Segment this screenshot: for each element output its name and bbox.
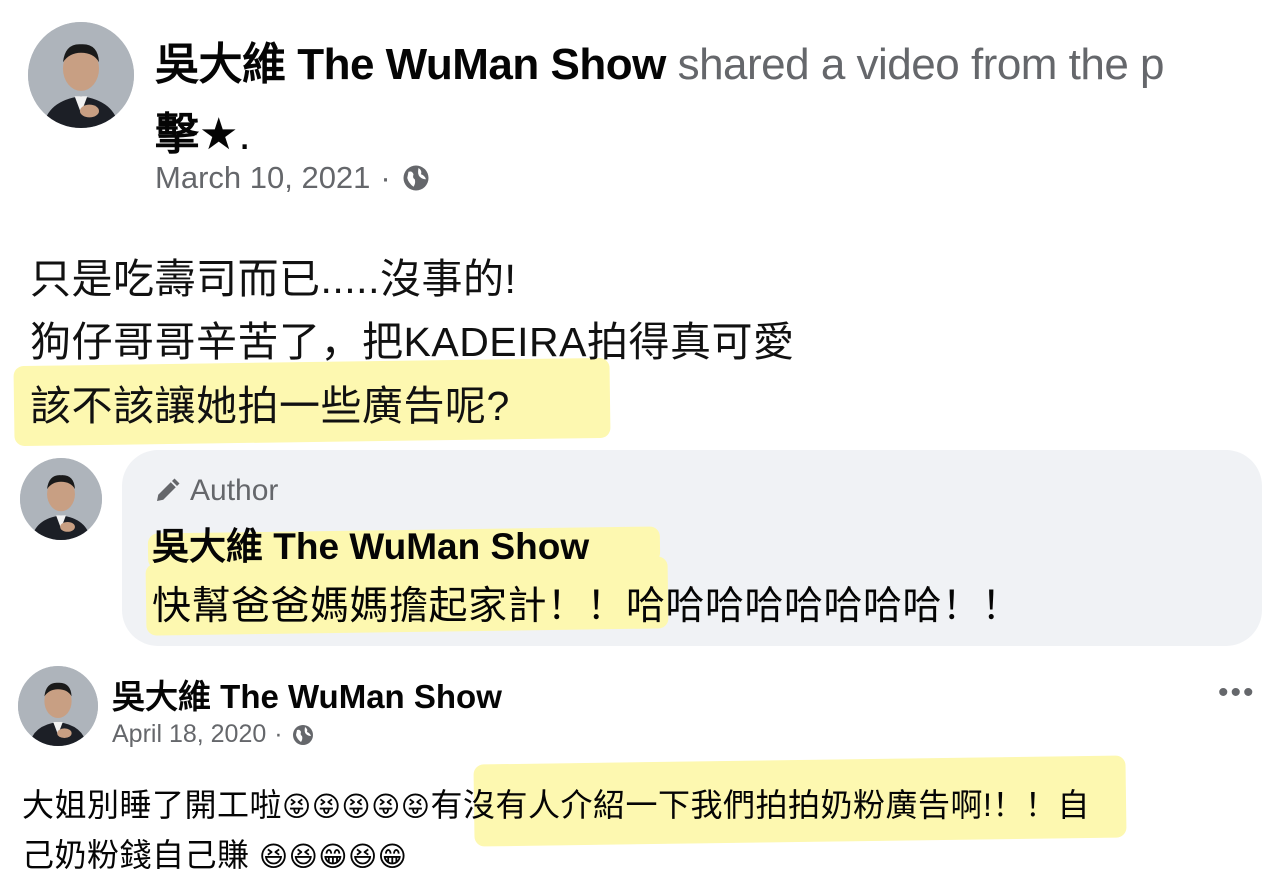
- grinning-emoji-icon: 😆😆😁😆😁: [258, 841, 408, 872]
- post2-date[interactable]: April 18, 2020: [112, 720, 266, 749]
- post2-line-1: 大姐別睡了開工啦😝😝😝😝😝有沒有人介紹一下我們拍拍奶粉廣告啊!！！自: [22, 780, 1090, 826]
- comment-author-avatar[interactable]: [20, 458, 102, 540]
- globe-icon: [403, 165, 429, 191]
- post2-line1-text-b: 有沒有人介紹一下我們拍拍奶粉廣告啊!: [430, 787, 993, 823]
- comment-badge-label: Author: [190, 474, 279, 507]
- post1-author-name[interactable]: 吳大維 The WuMan Show: [155, 40, 666, 89]
- post1-date-separator: ·: [380, 160, 391, 195]
- person-avatar-icon: [20, 458, 102, 540]
- post2-author-name[interactable]: 吳大維 The WuMan Show: [112, 670, 502, 718]
- post2-line2-text-a: 己奶粉錢自己賺: [22, 837, 259, 873]
- post1-page-name[interactable]: 擊★: [155, 110, 238, 159]
- post1-page-name-suffix: .: [238, 110, 251, 159]
- post2-meta: April 18, 2020 ·: [112, 720, 315, 749]
- post1-header: 吳大維 The WuMan Show shared a video from t…: [155, 28, 1165, 92]
- post1-line-3: 該不該讓她拍一些廣告呢?: [30, 383, 510, 429]
- post2-line1-text-a: 大姐別睡了開工啦: [22, 787, 283, 823]
- post1-line-1: 只是吃壽司而已.....沒事的!: [30, 256, 517, 302]
- pencil-icon: [157, 478, 180, 501]
- post1-shared-text: shared a video from the p: [677, 40, 1165, 89]
- post1-page-name-line: 擊★.: [155, 98, 251, 162]
- more-options-button[interactable]: •••: [1218, 676, 1256, 710]
- post2-line-2: 己奶粉錢自己賺 😆😆😁😆😁: [22, 830, 407, 876]
- comment-author-badge: Author: [152, 474, 278, 508]
- post2-author-avatar[interactable]: [18, 666, 98, 746]
- post2-line1-text-c: ！！自: [992, 787, 1090, 823]
- globe-icon: [292, 724, 313, 745]
- post1-meta: March 10, 2021 ·: [155, 160, 431, 196]
- post1-line-2: 狗仔哥哥辛苦了，把KADEIRA拍得真可愛: [30, 319, 795, 365]
- laughing-emoji-icon: 😝😝😝😝😝: [282, 791, 431, 822]
- post1-date[interactable]: March 10, 2021: [155, 160, 370, 196]
- comment-author-name[interactable]: 吳大維 The WuMan Show: [152, 516, 589, 570]
- post1-author-avatar[interactable]: [28, 22, 134, 128]
- post2-date-separator: ·: [274, 720, 283, 748]
- person-avatar-icon: [18, 666, 98, 746]
- person-avatar-icon: [28, 22, 134, 128]
- comment-text: 快幫爸爸媽媽擔起家計！！哈哈哈哈哈哈哈哈！！: [152, 585, 1022, 628]
